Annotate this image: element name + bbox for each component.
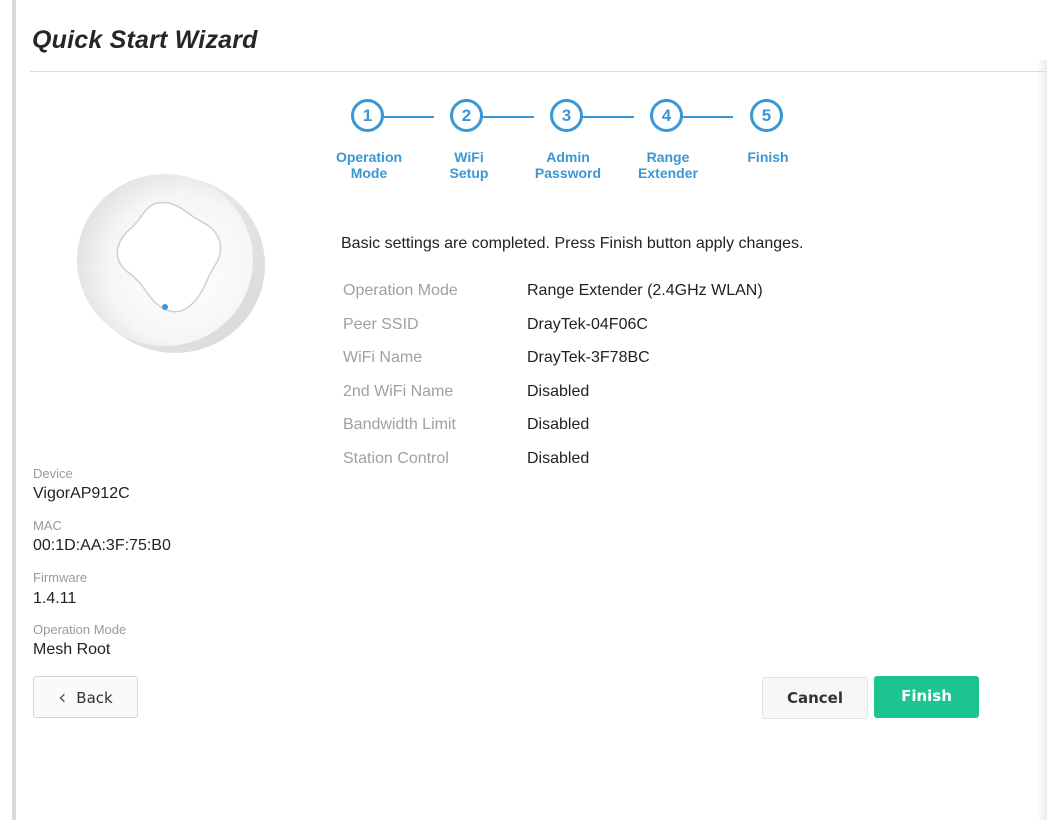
summary-label: Operation Mode [343,282,458,299]
step-5-label-line1: Finish [747,149,789,165]
step-5-label: Finish [713,149,823,165]
summary-value: DrayTek-3F78BC [527,349,650,366]
mac-label: MAC [33,518,62,533]
finish-button[interactable]: Finish [874,676,979,718]
step-4-circle: 4 [650,99,683,132]
step-2-label-line1: WiFi [454,149,484,165]
wizard-stepper: 1 2 3 4 5 Operation Mode WiFi Setup Admi… [320,97,820,197]
title-divider [30,71,1047,72]
step-2-label-line2: Setup [449,165,489,181]
summary-label: 2nd WiFi Name [343,382,454,400]
summary-label: WiFi Name [343,349,423,366]
right-edge-shadow [1037,60,1047,820]
device-value: VigorAP912C [33,485,130,502]
step-2-label: WiFi Setup [414,149,524,181]
step-3-label: Admin Password [513,149,623,181]
operation-mode-value: Mesh Root [33,641,111,658]
step-1-label: Operation Mode [314,149,424,181]
step-3-circle: 3 [550,99,583,132]
summary-label: Peer SSID [343,315,419,333]
device-label: Device [33,466,73,481]
step-1-circle: 1 [351,99,384,132]
firmware-label: Firmware [33,570,88,585]
cancel-button[interactable]: Cancel [762,677,868,719]
step-3-label-line2: Password [534,165,602,181]
summary-value: Disabled [527,382,590,400]
summary-value: DrayTek-04F06C [527,315,648,333]
summary-value: Disabled [527,449,590,467]
step-2-circle: 2 [450,99,483,132]
back-button[interactable]: ‹ Back [33,676,138,718]
summary-label: Bandwidth Limit [343,416,456,433]
left-border [12,0,16,820]
summary-value: Disabled [527,416,590,433]
summary-value: Range Extender (2.4GHz WLAN) [527,282,763,299]
completion-message: Basic settings are completed. Press Fini… [341,235,804,252]
device-image [77,174,265,353]
operation-mode-label: Operation Mode [33,622,127,637]
summary-label: Station Control [343,449,449,467]
back-button-label: Back [76,689,113,707]
chevron-left-icon: ‹ [58,685,67,709]
firmware-value: 1.4.11 [33,590,77,607]
step-4-label-line1: Range [646,149,690,165]
step-4-label-line2: Extender [638,165,698,181]
step-1-label-line2: Mode [350,165,388,181]
step-1-label-line1: Operation [335,149,403,165]
step-5-circle: 5 [750,99,783,132]
step-3-label-line1: Admin [546,149,590,165]
page-title: Quick Start Wizard [32,26,258,54]
mac-value: 00:1D:AA:3F:75:B0 [33,537,171,554]
step-4-label: Range Extender [613,149,723,181]
